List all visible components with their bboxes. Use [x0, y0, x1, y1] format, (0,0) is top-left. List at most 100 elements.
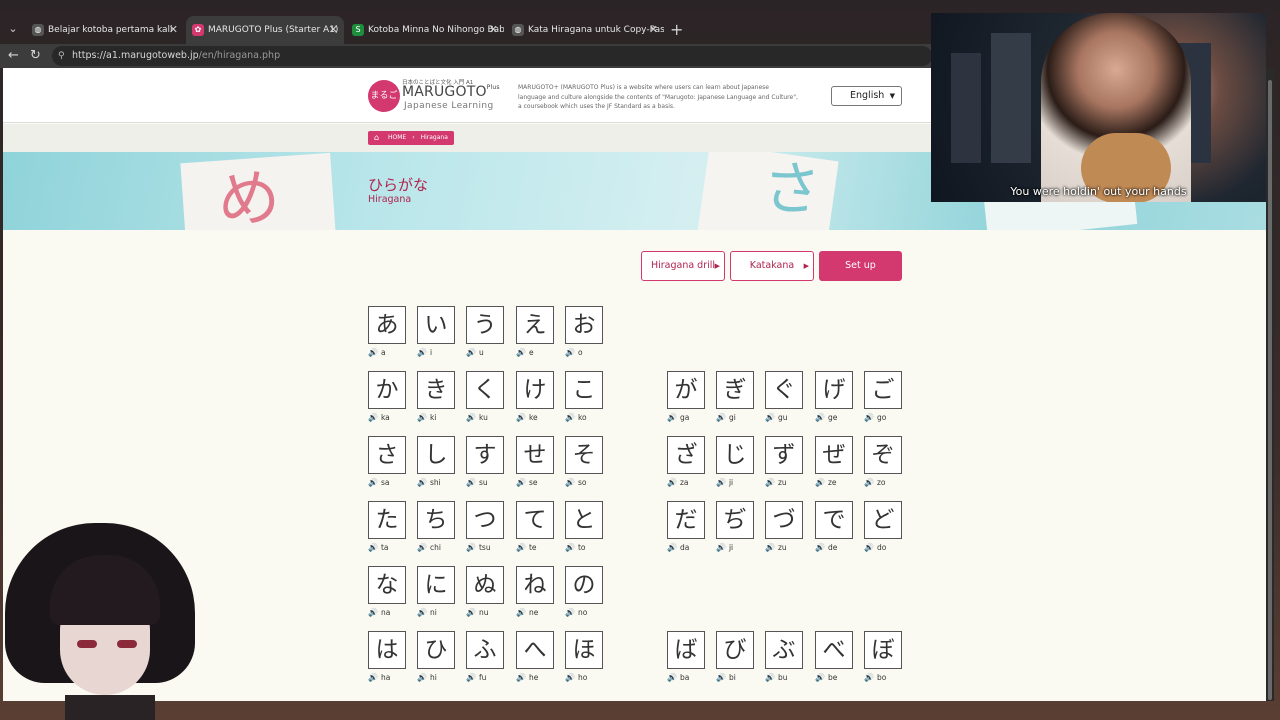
speaker-icon[interactable]: 🔊	[466, 478, 476, 487]
speaker-icon[interactable]: 🔊	[765, 478, 775, 487]
kana-audio-link[interactable]: 🔊 u	[466, 347, 484, 359]
kana-audio-link[interactable]: 🔊 to	[565, 542, 586, 554]
new-tab-button[interactable]: +	[670, 16, 683, 44]
speaker-icon[interactable]: 🔊	[667, 478, 677, 487]
kana-audio-link[interactable]: 🔊 gu	[765, 412, 787, 424]
kana-card[interactable]: く	[466, 371, 504, 409]
kana-audio-link[interactable]: 🔊 ho	[565, 672, 587, 684]
browser-tab[interactable]: ◍ Belajar kotoba pertama kali ✕	[26, 16, 184, 44]
tab-search-chevron-icon[interactable]: ⌄	[4, 20, 22, 38]
kana-audio-link[interactable]: 🔊 shi	[417, 477, 441, 489]
kana-card[interactable]: ね	[516, 566, 554, 604]
speaker-icon[interactable]: 🔊	[815, 543, 825, 552]
speaker-icon[interactable]: 🔊	[667, 673, 677, 682]
kana-audio-link[interactable]: 🔊 ka	[368, 412, 390, 424]
kana-card[interactable]: げ	[815, 371, 853, 409]
kana-audio-link[interactable]: 🔊 ha	[368, 672, 390, 684]
site-info-icon[interactable]: ⚲	[58, 46, 65, 66]
kana-card[interactable]: ぞ	[864, 436, 902, 474]
kana-card[interactable]: い	[417, 306, 455, 344]
kana-card[interactable]: じ	[716, 436, 754, 474]
speaker-icon[interactable]: 🔊	[565, 478, 575, 487]
speaker-icon[interactable]: 🔊	[368, 348, 378, 357]
marugoto-logo[interactable]: まるご 日本のことばと文化 入門 A1 MARUGOTOPlus Japanes…	[368, 78, 503, 116]
kana-card[interactable]: ぐ	[765, 371, 803, 409]
speaker-icon[interactable]: 🔊	[516, 478, 526, 487]
kana-card[interactable]: け	[516, 371, 554, 409]
speaker-icon[interactable]: 🔊	[466, 608, 476, 617]
kana-audio-link[interactable]: 🔊 ga	[667, 412, 689, 424]
kana-audio-link[interactable]: 🔊 he	[516, 672, 538, 684]
kana-audio-link[interactable]: 🔊 no	[565, 607, 587, 619]
speaker-icon[interactable]: 🔊	[417, 478, 427, 487]
speaker-icon[interactable]: 🔊	[815, 478, 825, 487]
speaker-icon[interactable]: 🔊	[466, 543, 476, 552]
speaker-icon[interactable]: 🔊	[864, 673, 874, 682]
kana-audio-link[interactable]: 🔊 de	[815, 542, 837, 554]
speaker-icon[interactable]: 🔊	[516, 348, 526, 357]
kana-card[interactable]: ぜ	[815, 436, 853, 474]
speaker-icon[interactable]: 🔊	[565, 543, 575, 552]
kana-audio-link[interactable]: 🔊 nu	[466, 607, 488, 619]
kana-card[interactable]: ひ	[417, 631, 455, 669]
scrollbar-thumb[interactable]	[1268, 80, 1272, 700]
kana-card[interactable]: き	[417, 371, 455, 409]
kana-audio-link[interactable]: 🔊 ji	[716, 542, 733, 554]
tab-close-icon[interactable]: ✕	[649, 16, 658, 44]
kana-card[interactable]: そ	[565, 436, 603, 474]
kana-audio-link[interactable]: 🔊 na	[368, 607, 390, 619]
page-scrollbar[interactable]	[1266, 68, 1274, 701]
kana-card[interactable]: べ	[815, 631, 853, 669]
kana-card[interactable]: ふ	[466, 631, 504, 669]
kana-card[interactable]: づ	[765, 501, 803, 539]
kana-card[interactable]: び	[716, 631, 754, 669]
kana-card[interactable]: な	[368, 566, 406, 604]
speaker-icon[interactable]: 🔊	[368, 478, 378, 487]
kana-card[interactable]: た	[368, 501, 406, 539]
kana-card[interactable]: ぎ	[716, 371, 754, 409]
kana-audio-link[interactable]: 🔊 zu	[765, 477, 787, 489]
kana-audio-link[interactable]: 🔊 gi	[716, 412, 736, 424]
speaker-icon[interactable]: 🔊	[466, 413, 476, 422]
kana-card[interactable]: う	[466, 306, 504, 344]
kana-audio-link[interactable]: 🔊 ku	[466, 412, 488, 424]
speaker-icon[interactable]: 🔊	[368, 413, 378, 422]
speaker-icon[interactable]: 🔊	[815, 413, 825, 422]
kana-card[interactable]: ち	[417, 501, 455, 539]
kana-card[interactable]: つ	[466, 501, 504, 539]
kana-card[interactable]: ば	[667, 631, 705, 669]
kana-card[interactable]: し	[417, 436, 455, 474]
speaker-icon[interactable]: 🔊	[765, 543, 775, 552]
language-select[interactable]: English ▼	[831, 86, 902, 106]
kana-card[interactable]: だ	[667, 501, 705, 539]
kana-card[interactable]: へ	[516, 631, 554, 669]
kana-audio-link[interactable]: 🔊 go	[864, 412, 886, 424]
speaker-icon[interactable]: 🔊	[815, 673, 825, 682]
kana-card[interactable]: の	[565, 566, 603, 604]
kana-card[interactable]: に	[417, 566, 455, 604]
kana-audio-link[interactable]: 🔊 tsu	[466, 542, 491, 554]
kana-audio-link[interactable]: 🔊 da	[667, 542, 689, 554]
speaker-icon[interactable]: 🔊	[667, 543, 677, 552]
kana-card[interactable]: は	[368, 631, 406, 669]
kana-card[interactable]: せ	[516, 436, 554, 474]
speaker-icon[interactable]: 🔊	[516, 673, 526, 682]
kana-card[interactable]: と	[565, 501, 603, 539]
speaker-icon[interactable]: 🔊	[716, 478, 726, 487]
kana-card[interactable]: こ	[565, 371, 603, 409]
kana-audio-link[interactable]: 🔊 o	[565, 347, 583, 359]
kana-audio-link[interactable]: 🔊 fu	[466, 672, 486, 684]
kana-audio-link[interactable]: 🔊 ni	[417, 607, 437, 619]
kana-audio-link[interactable]: 🔊 bu	[765, 672, 787, 684]
speaker-icon[interactable]: 🔊	[466, 673, 476, 682]
speaker-icon[interactable]: 🔊	[765, 413, 775, 422]
speaker-icon[interactable]: 🔊	[565, 413, 575, 422]
kana-audio-link[interactable]: 🔊 bo	[864, 672, 886, 684]
tab-close-icon[interactable]: ✕	[329, 16, 338, 44]
kana-audio-link[interactable]: 🔊 sa	[368, 477, 389, 489]
speaker-icon[interactable]: 🔊	[565, 673, 575, 682]
kana-audio-link[interactable]: 🔊 zo	[864, 477, 886, 489]
browser-tab[interactable]: ✿ MARUGOTO Plus (Starter A1) ✕	[186, 16, 344, 44]
kana-card[interactable]: さ	[368, 436, 406, 474]
kana-card[interactable]: ず	[765, 436, 803, 474]
